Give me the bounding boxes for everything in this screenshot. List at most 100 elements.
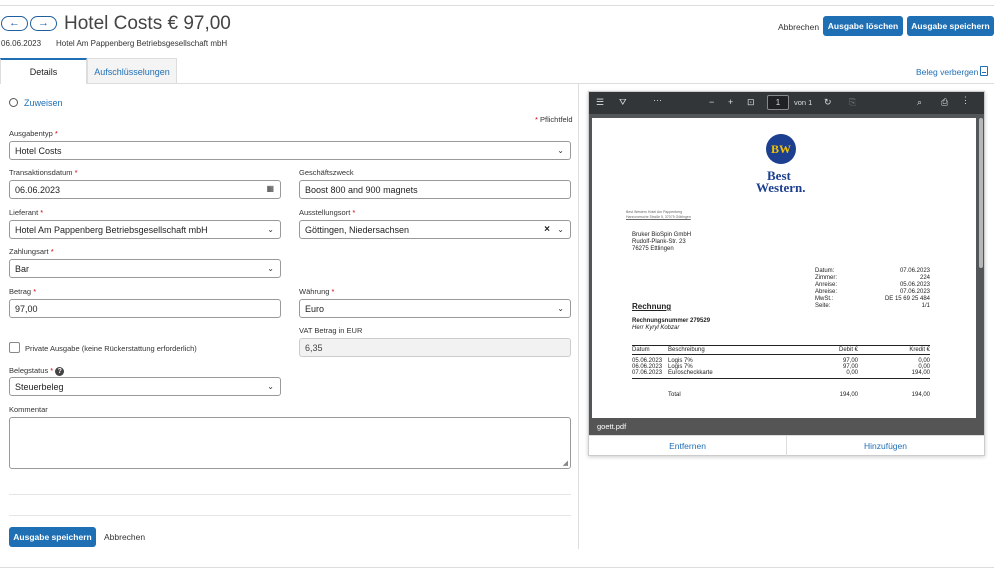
clear-icon[interactable]: ×	[544, 224, 550, 235]
page-total: von 1	[794, 98, 813, 107]
hotel-logo-badge: BW	[766, 134, 796, 164]
tab-divider	[0, 83, 994, 84]
payment-type-label: Zahlungsart *	[9, 247, 54, 256]
save-expense-button[interactable]: Ausgabe speichern	[9, 527, 96, 547]
recipient-line: 76275 Ettlingen	[632, 246, 674, 252]
guest-name: Herr Kyryl Kobzar	[632, 325, 680, 331]
pdf-file-name: goett.pdf	[589, 418, 984, 435]
pdf-page-area[interactable]: BW Best Western. Best Western Hotel Am P…	[589, 114, 984, 418]
sender-line: Best Western Hotel Am Pappenberg	[626, 210, 683, 214]
pdf-page: BW Best Western. Best Western Hotel Am P…	[592, 118, 976, 418]
private-expense-label: Private Ausgabe (keine Rückerstattung er…	[25, 344, 197, 353]
remove-receipt-button[interactable]: Entfernen	[589, 436, 787, 456]
table-header-debit: Debit €	[838, 347, 858, 353]
rotate-icon[interactable]: ↻	[824, 97, 832, 108]
meta-value: DE 15 69 25 484	[884, 296, 930, 302]
invoice-heading: Rechnung	[632, 302, 672, 311]
more-icon[interactable]: ···	[653, 95, 662, 105]
issue-place-label: Ausstellungsort *	[299, 208, 356, 217]
table-cell: 194,00	[911, 370, 930, 376]
meta-value: 07.06.2023	[899, 289, 930, 295]
recipient-line: Bruker BioSpin GmbH	[632, 232, 692, 238]
forward-button[interactable]: →	[30, 16, 57, 31]
amount-input[interactable]: 97,00	[9, 299, 281, 318]
transaction-date-input[interactable]: 06.06.2023 ▦	[9, 180, 281, 199]
assign-link[interactable]: Zuweisen	[24, 98, 63, 108]
header-save-button[interactable]: Ausgabe speichern	[907, 16, 994, 36]
issue-place-select[interactable]: Göttingen, Niedersachsen × ⌄	[299, 220, 571, 239]
receipt-icon[interactable]	[980, 66, 988, 76]
zoom-out-icon[interactable]: −	[709, 97, 714, 107]
history-icon[interactable]: ⎘	[849, 97, 856, 108]
comment-textarea[interactable]: ◢	[9, 417, 571, 469]
total-label: Total	[668, 392, 681, 398]
tab-breakdowns[interactable]: Aufschlüsselungen	[87, 58, 177, 84]
chevron-down-icon: ⌄	[267, 225, 274, 234]
table-rule	[632, 378, 930, 379]
menu-icon[interactable]: ⋮	[961, 95, 970, 106]
form-divider	[9, 494, 571, 495]
table-header-credit: Kredit €	[909, 347, 930, 353]
required-note: * Pflichtfeld	[535, 115, 573, 124]
calendar-icon[interactable]: ▦	[266, 184, 274, 193]
assign-icon	[9, 98, 18, 107]
meta-key: MwSt.:	[815, 296, 834, 302]
receipt-status-select[interactable]: Steuerbeleg ⌄	[9, 377, 281, 396]
chevron-down-icon: ⌄	[557, 225, 564, 234]
recipient-line: Rudolf-Plank-Str. 23	[632, 239, 686, 245]
invoice-number: Rechnungsnummer 279529	[632, 318, 711, 324]
meta-value: 05.06.2023	[899, 282, 930, 288]
pdf-scrollbar[interactable]	[979, 118, 983, 268]
hotel-logo-line2: Western.	[756, 180, 806, 195]
receipt-actions: Entfernen Hinzufügen	[589, 435, 984, 456]
comment-label: Kommentar	[9, 405, 48, 414]
help-icon[interactable]: ?	[55, 367, 65, 376]
amount-label: Betrag *	[9, 287, 37, 296]
arrow-right-icon: →	[38, 17, 49, 29]
tab-details[interactable]: Details	[0, 58, 87, 84]
business-purpose-label: Geschäftszweck	[299, 168, 354, 177]
arrow-left-icon: ←	[9, 17, 20, 29]
transaction-date-label: Transaktionsdatum *	[9, 168, 78, 177]
vat-amount-field: 6,35	[299, 338, 571, 357]
add-receipt-button[interactable]: Hinzufügen	[787, 436, 984, 456]
chevron-down-icon: ⌄	[267, 264, 274, 273]
expense-type-label: Ausgabentyp *	[9, 129, 58, 138]
panel-divider	[578, 84, 579, 549]
annotate-icon[interactable]: ⛛	[619, 97, 627, 108]
meta-key: Abreise:	[815, 289, 838, 295]
supplier-label: Lieferant *	[9, 208, 44, 217]
table-rule	[632, 354, 930, 355]
expense-vendor: Hotel Am Pappenberg Betriebsgesellschaft…	[56, 39, 228, 48]
chevron-down-icon: ⌄	[557, 304, 564, 313]
hide-receipt-link[interactable]: Beleg verbergen	[916, 67, 978, 77]
fit-page-icon[interactable]: ⊡	[747, 97, 755, 108]
meta-value: 1/1	[921, 303, 930, 309]
currency-select[interactable]: Euro ⌄	[299, 299, 571, 318]
sender-line: Hannoversche Straße 5, 37075 Göttingen	[626, 215, 691, 219]
delete-expense-button[interactable]: Ausgabe löschen	[823, 16, 903, 36]
zoom-in-icon[interactable]: +	[728, 97, 733, 107]
table-rule	[632, 345, 930, 346]
business-purpose-input[interactable]: Boost 800 and 900 magnets	[299, 180, 571, 199]
meta-key: Anreise:	[815, 282, 838, 288]
expense-type-select[interactable]: Hotel Costs ⌄	[9, 141, 571, 160]
pdf-toolbar: ☰ ⛛ ··· − + ⊡ 1 von 1 ↻ ⎘ ⌕ ⎙ ⋮	[589, 92, 984, 114]
payment-type-select[interactable]: Bar ⌄	[9, 259, 281, 278]
table-header-desc: Beschreibung	[668, 347, 705, 353]
receipt-status-label: Belegstatus * ?	[9, 366, 65, 376]
total-debit: 194,00	[839, 392, 858, 398]
download-icon[interactable]: ⎙	[941, 97, 948, 108]
table-header-date: Datum	[632, 347, 650, 353]
cancel-link[interactable]: Abbrechen	[104, 532, 145, 542]
back-button[interactable]: ←	[1, 16, 28, 31]
search-icon[interactable]: ⌕	[917, 97, 922, 108]
header-cancel-link[interactable]: Abbrechen	[778, 22, 819, 32]
chevron-down-icon: ⌄	[267, 382, 274, 391]
private-expense-checkbox[interactable]	[9, 342, 20, 353]
total-credit: 194,00	[911, 392, 930, 398]
supplier-select[interactable]: Hotel Am Pappenberg Betriebsgesellschaft…	[9, 220, 281, 239]
page-number-input[interactable]: 1	[767, 95, 789, 110]
list-icon[interactable]: ☰	[596, 97, 604, 108]
resize-handle-icon[interactable]: ◢	[563, 459, 568, 467]
